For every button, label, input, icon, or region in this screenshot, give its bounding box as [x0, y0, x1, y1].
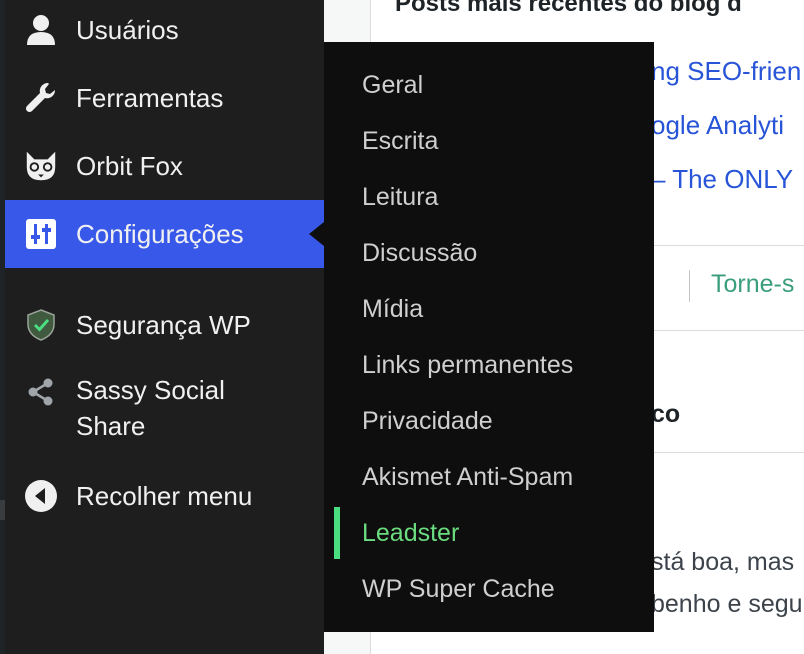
panel-title: Posts mais recentes do blog d	[395, 0, 742, 17]
submenu-item-links-permanentes[interactable]: Links permanentes	[362, 348, 573, 382]
torne-link[interactable]: Torne-s	[711, 270, 794, 299]
sidebar-item-label: Ferramentas	[76, 83, 224, 113]
submenu-item-wp-super-cache[interactable]: WP Super Cache	[362, 572, 555, 606]
sidebar-item-label: Orbit Fox	[76, 151, 183, 181]
submenu-item-privacidade[interactable]: Privacidade	[362, 404, 493, 438]
submenu-pointer	[309, 222, 324, 246]
sliders-icon	[23, 216, 59, 252]
fox-icon	[23, 148, 59, 184]
active-indicator	[334, 507, 340, 559]
share-icon	[23, 374, 59, 410]
submenu-item-escrita[interactable]: Escrita	[362, 124, 438, 158]
sidebar-item-label: Segurança WP	[76, 310, 251, 340]
sidebar-item-label: Configurações	[76, 219, 244, 249]
user-icon	[23, 12, 59, 48]
submenu-item-leitura[interactable]: Leitura	[362, 180, 438, 214]
post-link-1[interactable]: ng SEO-frien	[651, 56, 801, 87]
body-text-line-1: stá boa, mas	[651, 548, 795, 576]
sidebar-item-label: Usuários	[76, 15, 179, 45]
sidebar-item-orbit-fox[interactable]: Orbit Fox	[5, 146, 324, 186]
submenu-item-leadster[interactable]: Leadster	[362, 516, 459, 550]
collapse-icon	[23, 478, 59, 514]
sidebar-item-label: Sassy Social Share	[76, 375, 225, 441]
sidebar-item-sassy-social-share[interactable]: Sassy Social Share	[5, 372, 324, 446]
wrench-icon	[23, 80, 59, 116]
collapse-menu-button[interactable]: Recolher menu	[5, 475, 324, 517]
submenu-item-discussao[interactable]: Discussão	[362, 236, 477, 270]
submenu-item-geral[interactable]: Geral	[362, 68, 423, 102]
sidebar-item-label: Recolher menu	[76, 481, 253, 511]
body-text-line-2: benho e segu	[651, 590, 803, 618]
shield-icon	[23, 307, 59, 343]
sidebar-item-seguranca-wp[interactable]: Segurança WP	[5, 304, 324, 346]
sidebar-item-usuarios[interactable]: Usuários	[5, 10, 324, 50]
section-heading: co	[651, 400, 681, 428]
admin-sidebar: Usuários Ferramentas Orbit Fox Configura…	[5, 0, 324, 654]
sidebar-item-configuracoes[interactable]: Configurações	[5, 200, 324, 268]
submenu-item-akismet[interactable]: Akismet Anti-Spam	[362, 460, 573, 494]
post-link-3[interactable]: – The ONLY	[651, 164, 793, 195]
submenu-item-midia[interactable]: Mídia	[362, 292, 423, 326]
post-link-2[interactable]: ogle Analyti	[651, 110, 784, 141]
separator	[689, 270, 690, 302]
settings-submenu: Geral Escrita Leitura Discussão Mídia Li…	[324, 42, 654, 632]
sidebar-item-ferramentas[interactable]: Ferramentas	[5, 78, 324, 118]
